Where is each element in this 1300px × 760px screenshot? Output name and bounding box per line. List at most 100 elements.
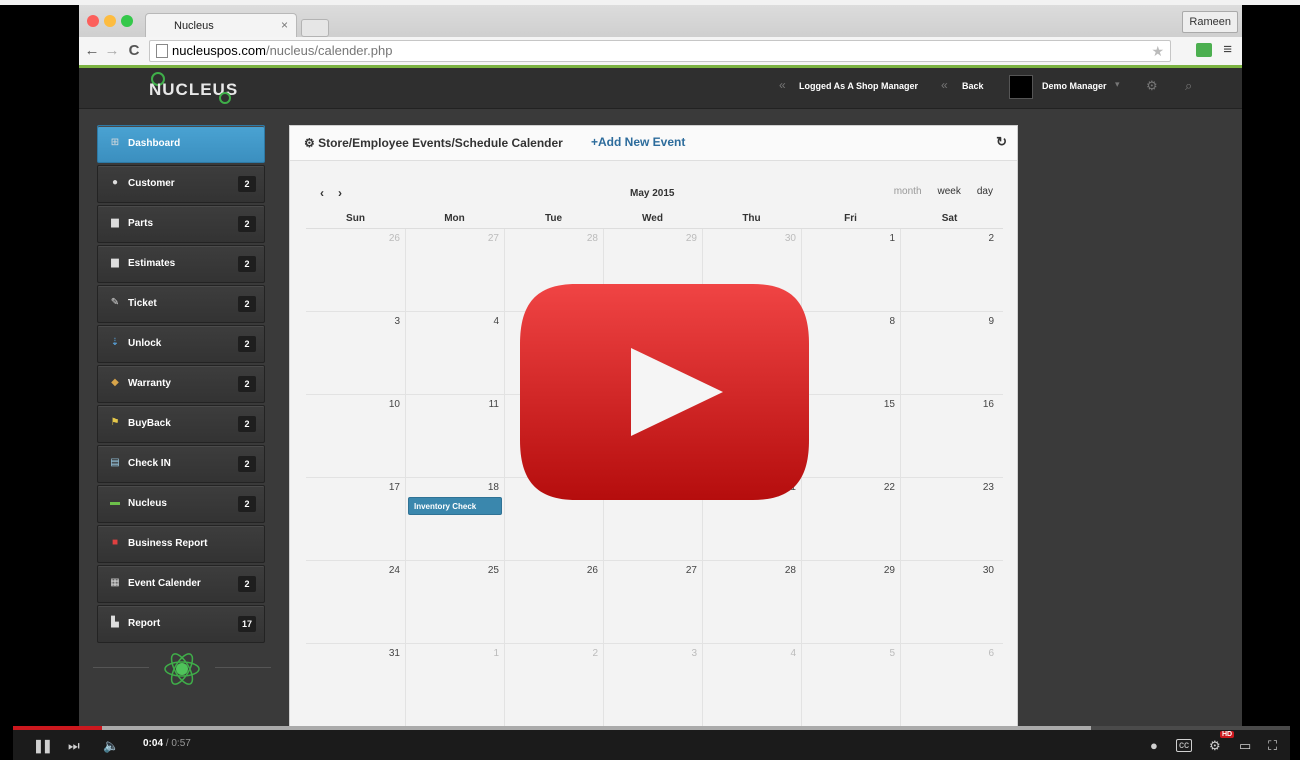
tab-close-icon[interactable]: × [281, 18, 288, 32]
day-cell[interactable]: 31 [306, 644, 406, 726]
sidebar-item-parts[interactable]: ▆ Parts 2 [97, 205, 265, 243]
user-menu[interactable]: Demo Manager [1042, 81, 1107, 91]
settings-gear-icon[interactable]: ⚙ [1209, 738, 1221, 754]
day-cell[interactable]: 8 [801, 312, 901, 394]
prev-month-button[interactable]: ‹ [320, 186, 324, 200]
day-of-week-label: Sat [941, 213, 958, 224]
reload-icon[interactable]: C [125, 42, 143, 59]
browser-tab[interactable]: Nucleus × [145, 13, 297, 38]
avatar[interactable] [1009, 75, 1033, 99]
day-cell[interactable]: 24 [306, 561, 406, 643]
day-cell[interactable]: 2 [900, 229, 999, 311]
back-arrow-icon[interactable]: ← [83, 42, 101, 59]
day-cell[interactable]: 9 [900, 312, 999, 394]
new-tab-button[interactable] [301, 19, 329, 37]
sidebar-item-buyback[interactable]: ⚑ BuyBack 2 [97, 405, 265, 443]
day-cell[interactable]: 10 [306, 395, 406, 477]
day-of-week-label: Tue [544, 213, 563, 224]
sidebar-item-report[interactable]: ▙ Report 17 [97, 605, 265, 643]
buyback-icon: ⚑ [110, 417, 120, 428]
sidebar-item-ticket[interactable]: ✎ Ticket 2 [97, 285, 265, 323]
sidebar-item-customer[interactable]: ● Customer 2 [97, 165, 265, 203]
play-overlay-icon[interactable] [518, 282, 811, 502]
gear-icon[interactable]: ⚙ [1146, 78, 1158, 94]
count-badge: 2 [238, 336, 256, 352]
pause-icon[interactable]: ❚❚ [33, 738, 53, 754]
extension-icon[interactable] [1196, 43, 1212, 57]
sidebar-item-estimates[interactable]: ▆ Estimates 2 [97, 245, 265, 283]
back-link[interactable]: Back [962, 81, 984, 91]
bookmark-star-icon[interactable]: ★ [1151, 41, 1164, 61]
day-cell[interactable]: 22 [801, 478, 901, 560]
video-frame[interactable]: Nucleus × Rameen ← → C nucleuspos.com/nu… [13, 5, 1290, 726]
sidebar-item-unlock[interactable]: ⇣ Unlock 2 [97, 325, 265, 363]
sidebar-footer [93, 645, 271, 695]
day-cell[interactable]: 1 [801, 229, 901, 311]
calendar-event[interactable]: Inventory Check [408, 497, 502, 515]
day-number: 1 [493, 648, 499, 659]
watch-later-icon[interactable]: ● [1150, 738, 1158, 753]
next-month-button[interactable]: › [338, 186, 342, 200]
day-cell[interactable]: 26 [504, 561, 604, 643]
view-week-button[interactable]: week [938, 186, 961, 197]
day-number: 3 [691, 648, 697, 659]
day-cell[interactable]: 2 [504, 644, 604, 726]
view-day-button[interactable]: day [977, 186, 993, 197]
forward-arrow-icon[interactable]: → [103, 42, 121, 59]
day-cell[interactable]: 17 [306, 478, 406, 560]
day-cell[interactable]: 28 [702, 561, 802, 643]
sidebar-item-label: BuyBack [128, 418, 171, 429]
sidebar-item-event-calender[interactable]: ▦ Event Calender 2 [97, 565, 265, 603]
sidebar-item-nucleus[interactable]: ▬ Nucleus 2 [97, 485, 265, 523]
day-cell[interactable]: 3 [603, 644, 703, 726]
captions-icon[interactable]: cc [1176, 739, 1192, 752]
day-cell[interactable]: 30 [900, 561, 999, 643]
day-cell[interactable]: 15 [801, 395, 901, 477]
day-cell[interactable]: 26 [306, 229, 406, 311]
day-cell[interactable]: 25 [405, 561, 505, 643]
address-bar[interactable]: nucleuspos.com/nucleus/calender.php ★ [149, 40, 1171, 62]
minimize-window-icon[interactable] [104, 15, 116, 27]
sidebar-item-label: Business Report [128, 538, 208, 549]
count-badge: 2 [238, 576, 256, 592]
chrome-menu-icon[interactable]: ≡ [1223, 41, 1232, 58]
day-cell[interactable]: 18 [405, 478, 505, 560]
day-cell[interactable]: 27 [603, 561, 703, 643]
day-number: 28 [586, 233, 598, 244]
nucleus-logo[interactable]: NUCLEUS [141, 72, 237, 104]
search-icon[interactable]: ⌕ [1185, 78, 1192, 94]
volume-icon[interactable]: 🔈 [103, 738, 119, 754]
profile-button[interactable]: Rameen [1182, 11, 1238, 33]
user-icon: ● [111, 177, 119, 188]
next-icon[interactable]: ⏭ [68, 738, 80, 754]
add-new-event-button[interactable]: +Add New Event [591, 135, 685, 149]
sidebar-item-business-report[interactable]: ■ Business Report [97, 525, 265, 563]
day-cell[interactable]: 11 [405, 395, 505, 477]
browser-toolbar: ← → C nucleuspos.com/nucleus/calender.ph… [79, 37, 1242, 68]
caret-down-icon[interactable]: ▾ [1115, 79, 1120, 90]
day-cell[interactable]: 29 [801, 561, 901, 643]
day-cell[interactable]: 27 [405, 229, 505, 311]
theater-mode-icon[interactable]: ▭ [1239, 738, 1251, 754]
sidebar-item-label: Unlock [128, 338, 162, 349]
sidebar-item-checkin[interactable]: ▤ Check IN 2 [97, 445, 265, 483]
refresh-icon[interactable]: ↻ [996, 134, 1007, 150]
sidebar-item-warranty[interactable]: ◆ Warranty 2 [97, 365, 265, 403]
fullscreen-icon[interactable]: ⛶ [1268, 738, 1277, 754]
day-cell[interactable]: 16 [900, 395, 999, 477]
day-number: 2 [592, 648, 598, 659]
day-cell[interactable]: 4 [702, 644, 802, 726]
hd-badge: HD [1220, 731, 1235, 738]
day-cell[interactable]: 5 [801, 644, 901, 726]
close-window-icon[interactable] [87, 15, 99, 27]
maximize-window-icon[interactable] [121, 15, 133, 27]
view-month-button[interactable]: month [894, 186, 922, 197]
sidebar-item-dashboard[interactable]: ⊞ Dashboard [97, 125, 265, 163]
tab-title: Nucleus [174, 20, 214, 32]
day-number: 26 [586, 565, 598, 576]
day-cell[interactable]: 4 [405, 312, 505, 394]
day-cell[interactable]: 3 [306, 312, 406, 394]
day-cell[interactable]: 23 [900, 478, 999, 560]
day-cell[interactable]: 1 [405, 644, 505, 726]
day-cell[interactable]: 6 [900, 644, 999, 726]
